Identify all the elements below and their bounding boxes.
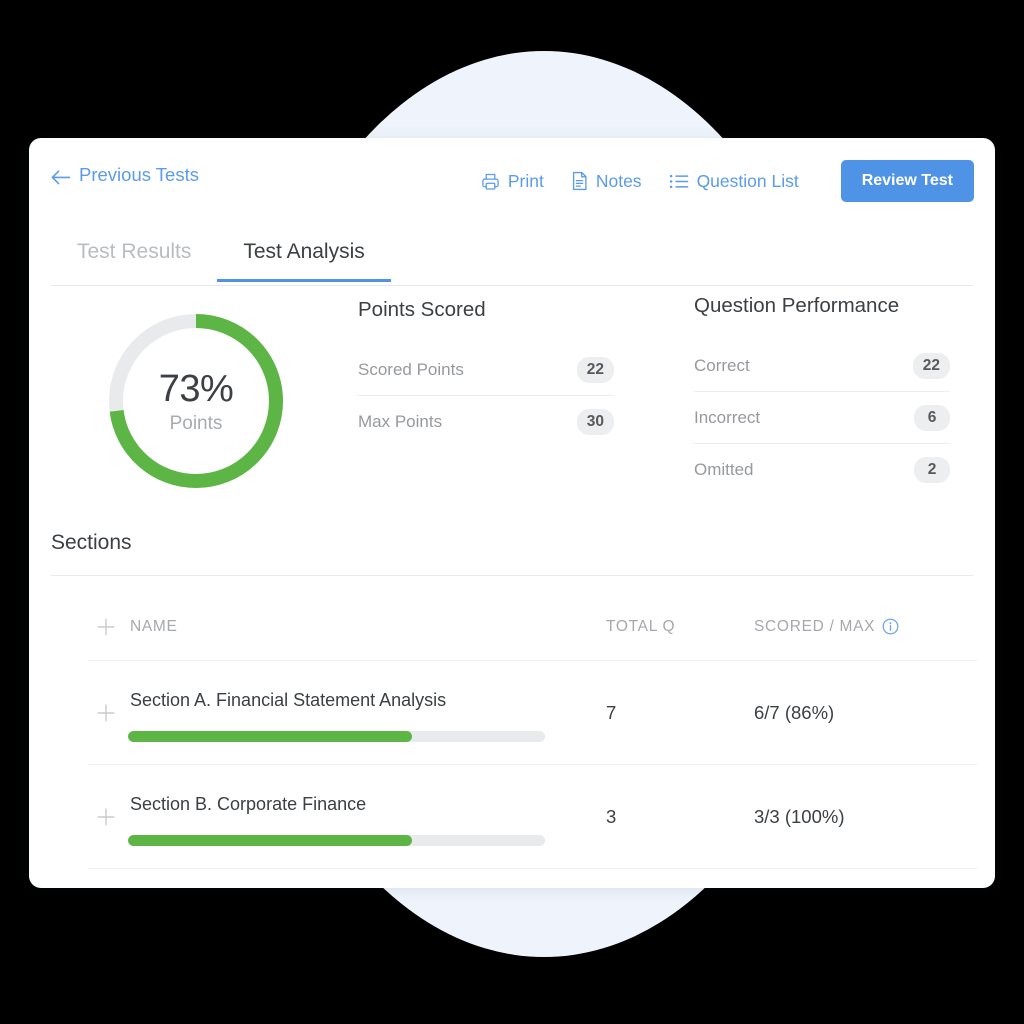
row-cell-name: Section B. Corporate Finance [88,795,605,846]
section-progress-fill [128,835,412,846]
points-scored-panel: Points Scored Scored Points 22 Max Point… [358,298,614,448]
donut-center-text: 73% Points [101,306,291,496]
header-cell-total-q: TOTAL Q [605,618,753,636]
scored-points-label: Scored Points [358,359,464,379]
back-link-label: Previous Tests [79,164,199,185]
column-header-total-q: TOTAL Q [606,617,676,635]
sections-table-header: NAME TOTAL Q SCORED / MAX [88,593,977,661]
section-total-q: 3 [606,806,617,827]
sections-heading: Sections [51,531,132,554]
notes-label: Notes [595,170,642,191]
points-scored-title: Points Scored [358,298,486,321]
document-icon [571,171,588,191]
toolbar-actions: Print Notes Question List Review Test [481,160,974,202]
section-scored-max: 3/3 (100%) [754,806,845,827]
expand-all-plus-icon[interactable] [95,616,117,638]
score-caption: Points [169,412,223,434]
correct-label: Correct [694,355,750,375]
column-header-scored-max: SCORED / MAX [754,617,876,635]
sections-divider [51,575,973,576]
table-row[interactable]: Section A. Financial Statement Analysis … [88,661,977,765]
row-cell-scored-max: 3/3 (100%) [753,795,953,827]
header-cell-scored-max: SCORED / MAX [753,618,953,636]
question-list-label: Question List [696,170,799,191]
tab-test-analysis[interactable]: Test Analysis [217,234,392,282]
stat-row-scored-points: Scored Points 22 [358,344,614,396]
stat-row-correct: Correct 22 [694,340,950,392]
expand-section-plus-icon[interactable] [95,806,117,828]
score-donut-chart: 73% Points [101,306,291,496]
row-cell-name: Section A. Financial Statement Analysis [88,691,605,742]
section-progress-fill [128,731,412,742]
back-to-previous-tests-link[interactable]: Previous Tests [51,164,199,186]
summary-region: 73% Points Points Scored Scored Points 2… [29,294,995,518]
info-icon[interactable] [882,618,899,635]
incorrect-label: Incorrect [694,407,761,427]
printer-icon [481,172,500,191]
column-header-scored-max-wrap: SCORED / MAX [754,618,953,636]
tab-test-results[interactable]: Test Results [51,234,217,281]
review-test-button[interactable]: Review Test [840,160,974,202]
print-button[interactable]: Print [481,171,544,192]
incorrect-value: 6 [914,404,950,431]
max-points-value: 30 [576,409,614,435]
omitted-value: 2 [914,457,950,483]
print-label: Print [507,170,544,191]
column-header-name: NAME [130,617,178,635]
max-points-label: Max Points [358,412,443,431]
row-cell-scored-max: 6/7 (86%) [753,691,953,723]
top-toolbar: Previous Tests Print Notes Question List… [29,138,995,224]
section-progress-track [128,835,545,846]
question-performance-title: Question Performance [694,294,900,317]
stat-row-incorrect: Incorrect 6 [694,392,950,444]
omitted-label: Omitted [694,460,754,479]
analysis-tabs: Test Results Test Analysis [51,234,973,286]
question-list-button[interactable]: Question List [669,171,799,192]
arrow-left-icon [51,168,71,184]
row-cell-total-q: 7 [605,691,753,723]
notes-button[interactable]: Notes [571,171,642,192]
row-cell-total-q: 3 [605,795,753,827]
section-name: Section B. Corporate Finance [130,794,367,814]
correct-value: 22 [912,352,950,379]
header-cell-name: NAME [88,618,605,636]
test-analysis-card: Previous Tests Print Notes Question List… [29,138,995,888]
stat-row-omitted: Omitted 2 [694,444,950,496]
screenshot-stage: Previous Tests Print Notes Question List… [0,0,1024,1024]
section-scored-max: 6/7 (86%) [754,702,835,723]
list-icon [669,173,689,190]
score-percent: 73% [158,367,234,410]
sections-table: NAME TOTAL Q SCORED / MAX Section A. Fin… [88,593,977,869]
question-performance-panel: Question Performance Correct 22 Incorrec… [694,294,950,496]
table-row[interactable]: Section B. Corporate Finance 3 3/3 (100%… [88,765,977,869]
section-name: Section A. Financial Statement Analysis [130,690,447,710]
section-progress-track [128,731,545,742]
stat-row-max-points: Max Points 30 [358,396,614,448]
section-total-q: 7 [606,702,617,723]
scored-points-value: 22 [576,356,614,383]
expand-section-plus-icon[interactable] [95,702,117,724]
